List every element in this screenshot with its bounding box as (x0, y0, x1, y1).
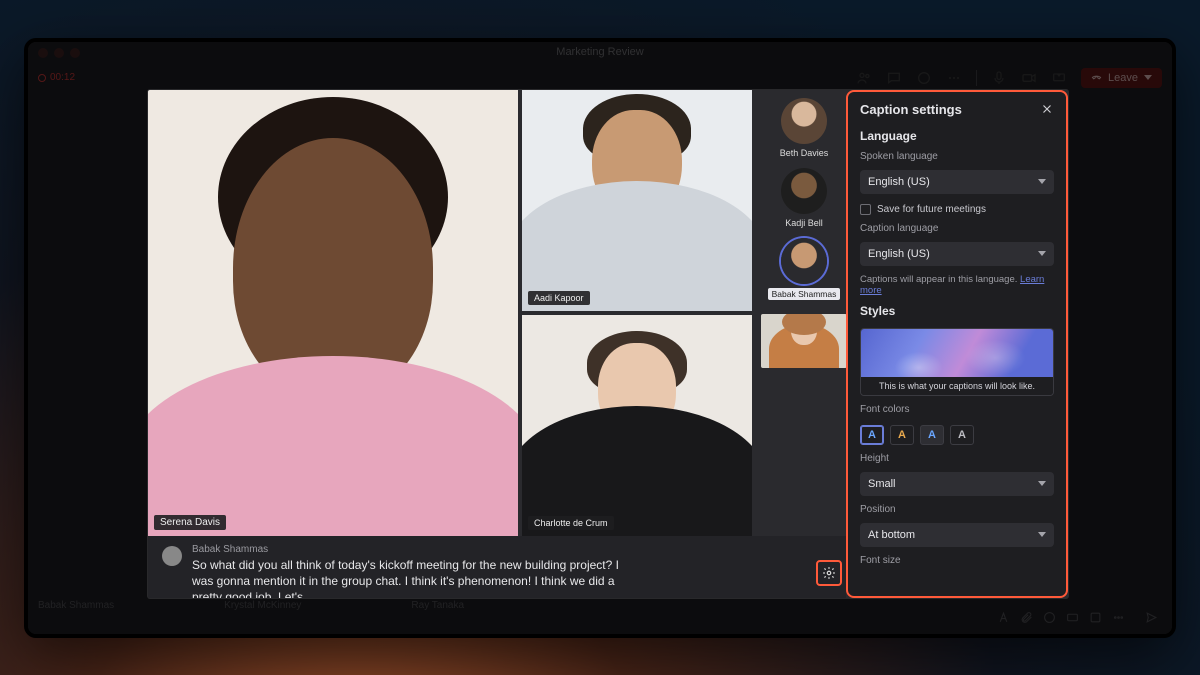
caption-settings-button[interactable] (816, 560, 842, 586)
overflow-name: Babak Shammas (38, 600, 114, 624)
dropdown-value: Small (868, 478, 896, 490)
color-swatch[interactable]: A (890, 425, 914, 445)
checkbox-icon (860, 204, 871, 215)
height-dropdown[interactable]: Small (860, 472, 1054, 496)
caption-avatar (162, 546, 182, 566)
video-tile-main[interactable]: Serena Davis (148, 90, 518, 536)
dropdown-value: English (US) (868, 248, 930, 260)
avatar (781, 98, 827, 144)
color-swatch[interactable]: A (950, 425, 974, 445)
nameplate: Charlotte de Crum (528, 516, 614, 530)
gear-icon (822, 566, 836, 580)
meeting-timer: 00:12 (38, 72, 75, 83)
checkbox-label: Save for future meetings (877, 204, 986, 215)
emoji-icon[interactable] (1043, 611, 1056, 624)
dropdown-value: At bottom (868, 529, 915, 541)
participant-name: Babak Shammas (768, 288, 841, 300)
chevron-down-icon (1038, 179, 1046, 184)
spoken-language-dropdown[interactable]: English (US) (860, 170, 1054, 194)
format-icon[interactable] (997, 611, 1010, 624)
caption-text: So what did you all think of today's kic… (192, 557, 622, 598)
more-compose-icon[interactable] (1112, 611, 1125, 624)
record-icon (38, 74, 46, 82)
mic-icon[interactable] (991, 70, 1007, 86)
caption-speaker: Babak Shammas (192, 544, 622, 555)
monitor-frame: Marketing Review 00:12 Leave (24, 38, 1176, 638)
chat-icon[interactable] (886, 70, 902, 86)
chevron-down-icon (1038, 251, 1046, 256)
compose-bar-icons (997, 611, 1158, 624)
send-icon[interactable] (1145, 611, 1158, 624)
chevron-down-icon (1038, 481, 1046, 486)
nameplate: Serena Davis (154, 515, 226, 530)
timer-text: 00:12 (50, 72, 75, 83)
attach-icon[interactable] (1020, 611, 1033, 624)
overflow-name: Krystal McKinney (224, 600, 301, 624)
caption-language-label: Caption language (860, 223, 1054, 234)
participant-strip: Beth Davies Kadji Bell Babak Shammas (756, 90, 852, 536)
share-icon[interactable] (1051, 70, 1067, 86)
avatar (781, 168, 827, 214)
participant-name: Kadji Bell (785, 218, 823, 228)
window-title: Marketing Review (28, 46, 1172, 58)
font-color-swatches: A A A A (860, 425, 1054, 445)
caption-settings-panel: Caption settings Language Spoken languag… (846, 90, 1068, 598)
meeting-toolbar: 00:12 Leave (38, 64, 1162, 92)
participant-name: Beth Davies (780, 148, 829, 158)
position-label: Position (860, 504, 1054, 515)
color-swatch[interactable]: A (920, 425, 944, 445)
dropdown-value: English (US) (868, 176, 930, 188)
caption-language-dropdown[interactable]: English (US) (860, 242, 1054, 266)
spoken-language-label: Spoken language (860, 151, 1054, 162)
strip-participant[interactable]: Beth Davies (780, 98, 829, 158)
preview-caption-text: This is what your captions will look lik… (861, 377, 1053, 395)
caption-preview: This is what your captions will look lik… (860, 328, 1054, 396)
video-tile[interactable]: Charlotte de Crum (522, 315, 752, 536)
styles-heading: Styles (860, 304, 1054, 318)
language-heading: Language (860, 129, 1054, 143)
video-thumb[interactable] (761, 314, 847, 368)
close-icon[interactable] (1040, 102, 1054, 116)
live-captions: Babak Shammas So what did you all think … (148, 536, 846, 598)
chevron-down-icon[interactable] (1144, 75, 1152, 80)
video-tile[interactable]: Aadi Kapoor (522, 90, 752, 311)
font-colors-label: Font colors (860, 404, 1054, 415)
chevron-down-icon (1038, 532, 1046, 537)
gif-icon[interactable] (1066, 611, 1079, 624)
meeting-stage: Serena Davis Aadi Kapoor Charlotte de Cr… (148, 90, 1068, 598)
more-icon[interactable] (946, 70, 962, 86)
preview-image (861, 329, 1053, 377)
teams-app: Marketing Review 00:12 Leave (28, 42, 1172, 634)
people-icon[interactable] (856, 70, 872, 86)
camera-icon[interactable] (1021, 70, 1037, 86)
avatar-speaking (781, 238, 827, 284)
reactions-icon[interactable] (916, 70, 932, 86)
caption-language-note: Captions will appear in this language. L… (860, 274, 1054, 296)
nameplate: Aadi Kapoor (528, 291, 590, 305)
position-dropdown[interactable]: At bottom (860, 523, 1054, 547)
strip-participant[interactable]: Kadji Bell (781, 168, 827, 228)
strip-participant[interactable]: Babak Shammas (768, 238, 841, 300)
sticker-icon[interactable] (1089, 611, 1102, 624)
leave-button[interactable]: Leave (1081, 68, 1162, 88)
save-future-checkbox[interactable]: Save for future meetings (860, 204, 1054, 215)
height-label: Height (860, 453, 1054, 464)
leave-label: Leave (1108, 72, 1138, 84)
overflow-participants: Babak Shammas Krystal McKinney Ray Tanak… (38, 600, 1162, 624)
color-swatch[interactable]: A (860, 425, 884, 445)
overflow-name: Ray Tanaka (411, 600, 464, 624)
panel-title: Caption settings (860, 102, 962, 117)
font-size-label: Font size (860, 555, 1054, 566)
